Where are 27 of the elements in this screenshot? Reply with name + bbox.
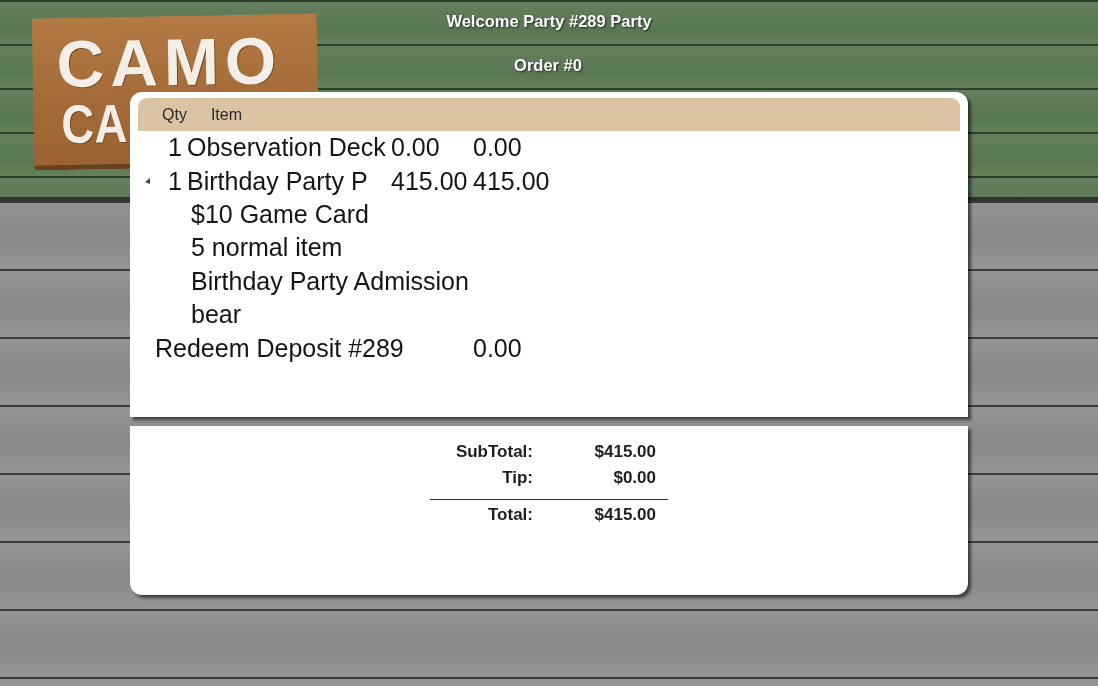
caret-icon[interactable] [145, 178, 150, 185]
deposit-amount: 0.00 [473, 333, 522, 363]
deposit-label: Redeem Deposit #289 [155, 333, 405, 363]
subitem-name: Birthday Party Admission [191, 266, 469, 296]
order-number: Order #0 [514, 55, 582, 75]
total-cell: 415.00 [473, 166, 550, 196]
total-label: Tip: [501, 468, 533, 488]
price-cell-text: 0.00 [391, 133, 441, 163]
qty-cell-text: 1 [168, 133, 183, 163]
subitem-name: bear [191, 300, 242, 330]
total-label: Total: [487, 505, 533, 525]
logo-text: CA [61, 96, 128, 150]
price-cell-text: 415.00 [391, 166, 469, 196]
item-name: Birthday Party P [187, 166, 369, 196]
qty-cell-text: 1 [168, 166, 183, 196]
column-header: Qty [162, 105, 187, 124]
subitem-name: $10 Game Card [191, 199, 369, 229]
item-name: Observation Deck [187, 133, 387, 163]
total-label: SubTotal: [454, 442, 533, 462]
subitem-name: 5 normal item [191, 233, 343, 263]
total-cell: 0.00 [473, 133, 522, 163]
total-value: $415.00 [593, 442, 657, 462]
total-value: $0.00 [612, 468, 657, 488]
total-value: $415.00 [593, 505, 657, 525]
page-title: Welcome Party #289 Party [446, 11, 652, 31]
column-header: Item [210, 105, 242, 124]
logo-text: CAMO [55, 30, 283, 95]
